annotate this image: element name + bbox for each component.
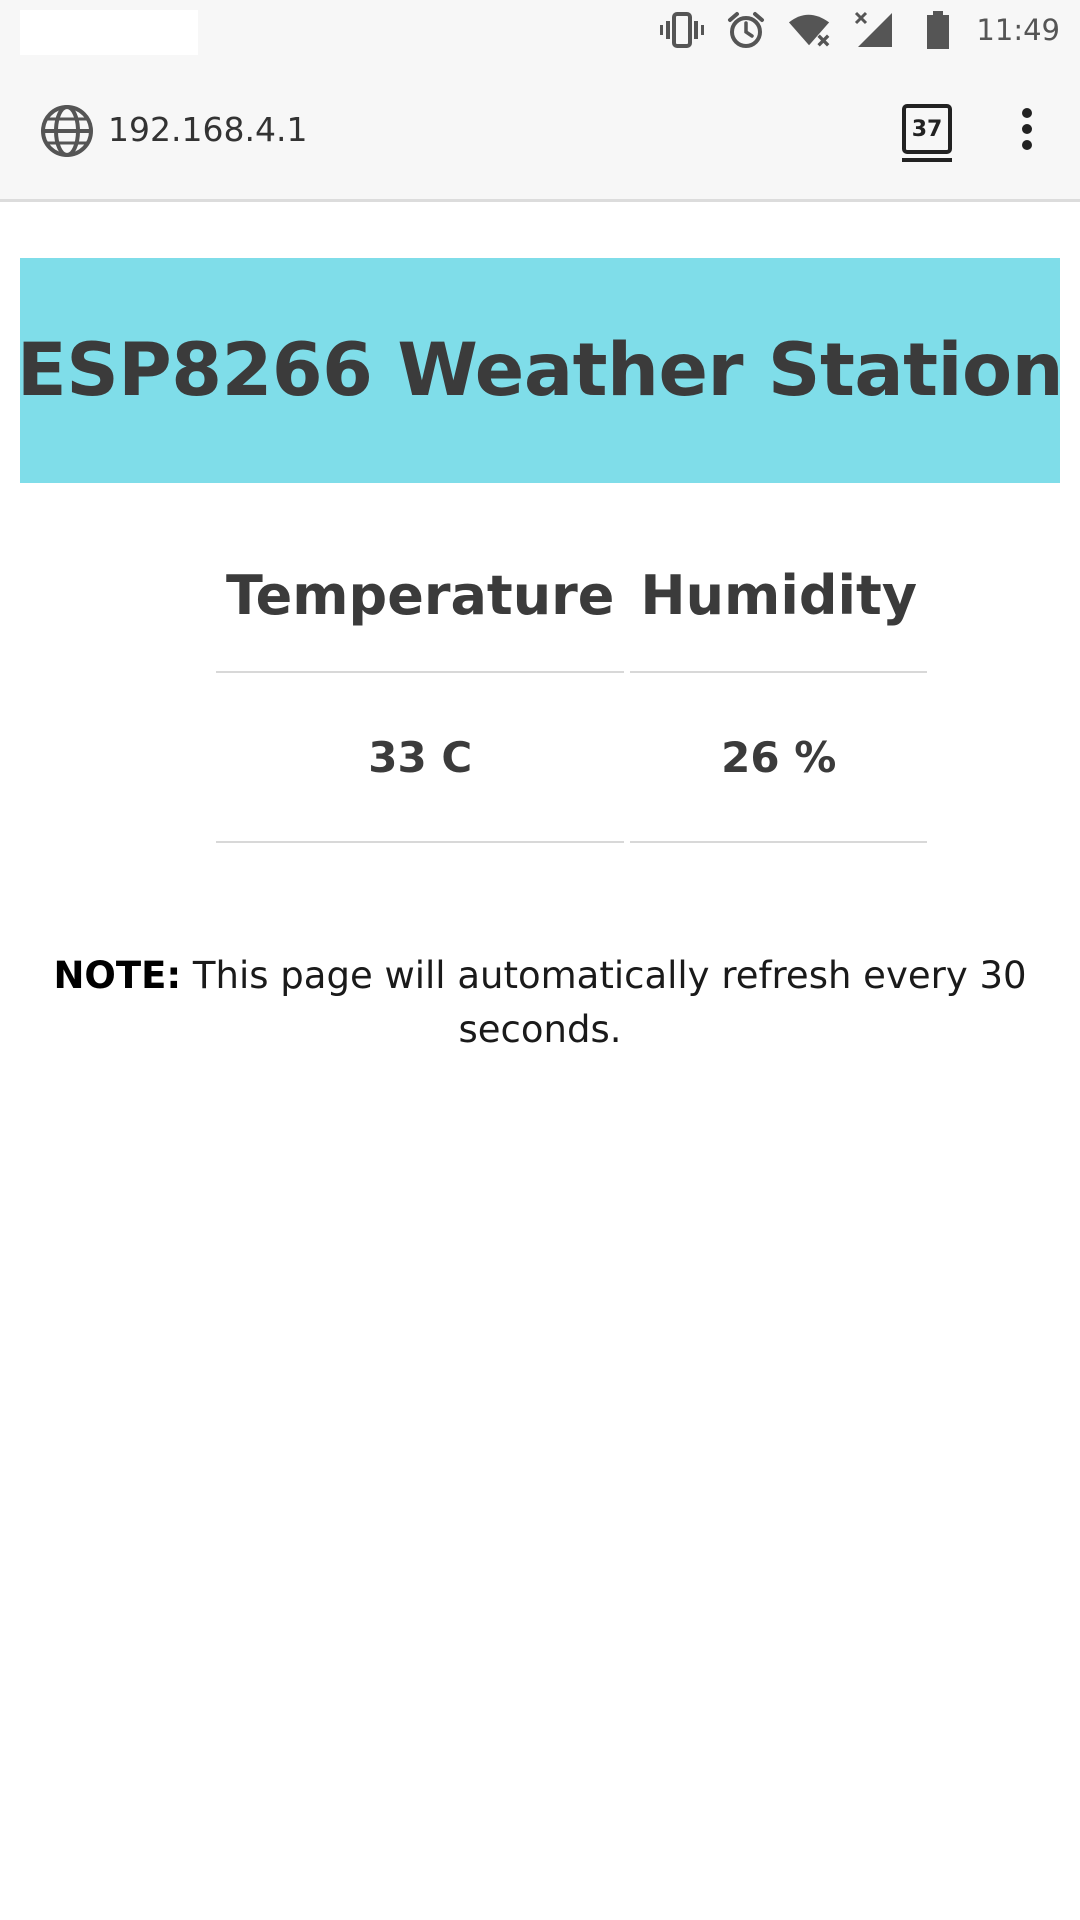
readings-table: Temperature Humidity 33 C 26 % <box>210 540 933 843</box>
globe-icon[interactable] <box>40 104 94 158</box>
wifi-no-internet-icon <box>788 10 832 50</box>
alarm-icon <box>724 10 768 50</box>
tab-switcher-button[interactable]: 37 <box>900 104 954 162</box>
temperature-header: Temperature <box>216 540 625 673</box>
status-time: 11:49 <box>976 13 1060 47</box>
temperature-value: 33 C <box>216 673 625 843</box>
table-header-row: Temperature Humidity <box>216 540 928 673</box>
cell-signal-off-icon <box>852 10 896 50</box>
refresh-note: NOTE: This page will automatically refre… <box>40 949 1040 1057</box>
humidity-header: Humidity <box>630 540 928 673</box>
browser-toolbar: 192.168.4.1 37 <box>0 60 1080 202</box>
status-bar: 11:49 <box>0 0 1080 60</box>
vibrate-icon <box>660 10 704 50</box>
battery-icon <box>916 10 960 50</box>
humidity-value: 26 % <box>630 673 928 843</box>
title-banner: ESP8266 Weather Station <box>16 258 1064 483</box>
table-row: 33 C 26 % <box>216 673 928 843</box>
note-label: NOTE: <box>53 954 182 997</box>
status-bar-notch <box>20 10 198 55</box>
tab-count: 37 <box>902 104 952 154</box>
status-icons <box>660 10 960 50</box>
page-title: ESP8266 Weather Station <box>16 328 1064 413</box>
note-text: This page will automatically refresh eve… <box>181 954 1027 1051</box>
url-field[interactable]: 192.168.4.1 <box>108 106 307 154</box>
overflow-menu-icon[interactable] <box>1010 108 1044 156</box>
tab-switcher-underline <box>902 158 952 162</box>
